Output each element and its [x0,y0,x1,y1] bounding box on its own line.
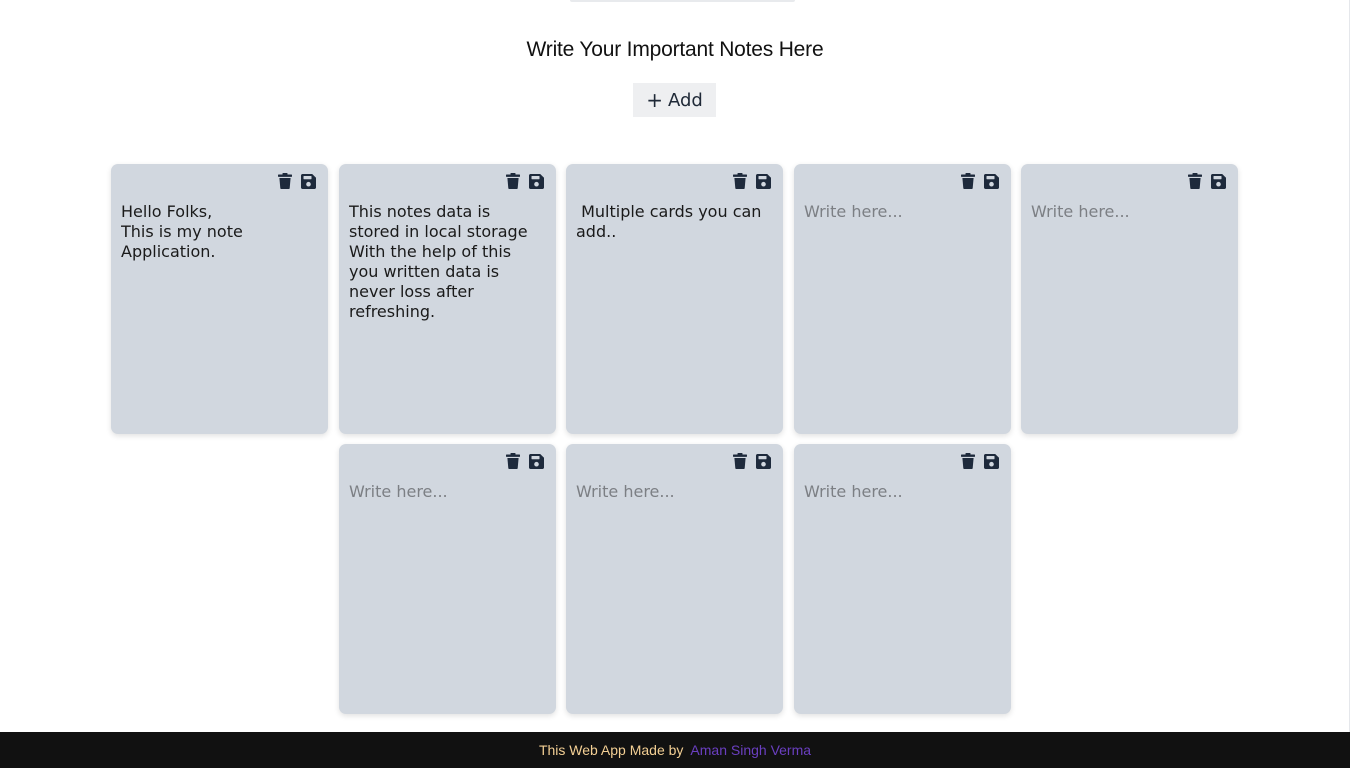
note-textarea[interactable] [804,202,999,422]
floppy-disk-icon[interactable] [528,452,544,470]
floppy-disk-icon[interactable] [300,172,316,190]
page-title: Write Your Important Notes Here [526,38,824,61]
trash-icon[interactable] [732,452,748,470]
add-note-button[interactable]: + Add [633,83,716,117]
trash-icon[interactable] [960,172,976,190]
footer: This Web App Made by Aman Singh Verma [0,732,1350,768]
note-textarea[interactable]: Multiple cards you can add.. [576,202,771,422]
author-link[interactable]: Aman Singh Verma [690,742,811,758]
note-textarea[interactable] [576,482,771,702]
note-textarea[interactable]: Hello Folks, This is my note Application… [121,202,316,422]
floppy-disk-icon[interactable] [1210,172,1226,190]
note-textarea[interactable] [804,482,999,702]
top-decoration [570,0,795,2]
plus-icon: + [646,87,663,112]
trash-icon[interactable] [960,452,976,470]
note-card [566,444,783,714]
note-textarea[interactable] [1031,202,1226,422]
trash-icon[interactable] [732,172,748,190]
trash-icon[interactable] [505,172,521,190]
footer-text: This Web App Made by [538,742,684,758]
floppy-disk-icon[interactable] [755,172,771,190]
note-card [339,444,556,714]
trash-icon[interactable] [1187,172,1203,190]
floppy-disk-icon[interactable] [528,172,544,190]
add-button-label: Add [667,89,703,111]
floppy-disk-icon[interactable] [983,172,999,190]
note-card: Multiple cards you can add.. [566,164,783,434]
floppy-disk-icon[interactable] [755,452,771,470]
note-card: Hello Folks, This is my note Application… [111,164,328,434]
note-card [794,164,1011,434]
trash-icon[interactable] [505,452,521,470]
note-textarea[interactable] [349,482,544,702]
note-card: This notes data is stored in local stora… [339,164,556,434]
note-card [1021,164,1238,434]
floppy-disk-icon[interactable] [983,452,999,470]
note-textarea[interactable]: This notes data is stored in local stora… [349,202,544,422]
trash-icon[interactable] [277,172,293,190]
note-card [794,444,1011,714]
